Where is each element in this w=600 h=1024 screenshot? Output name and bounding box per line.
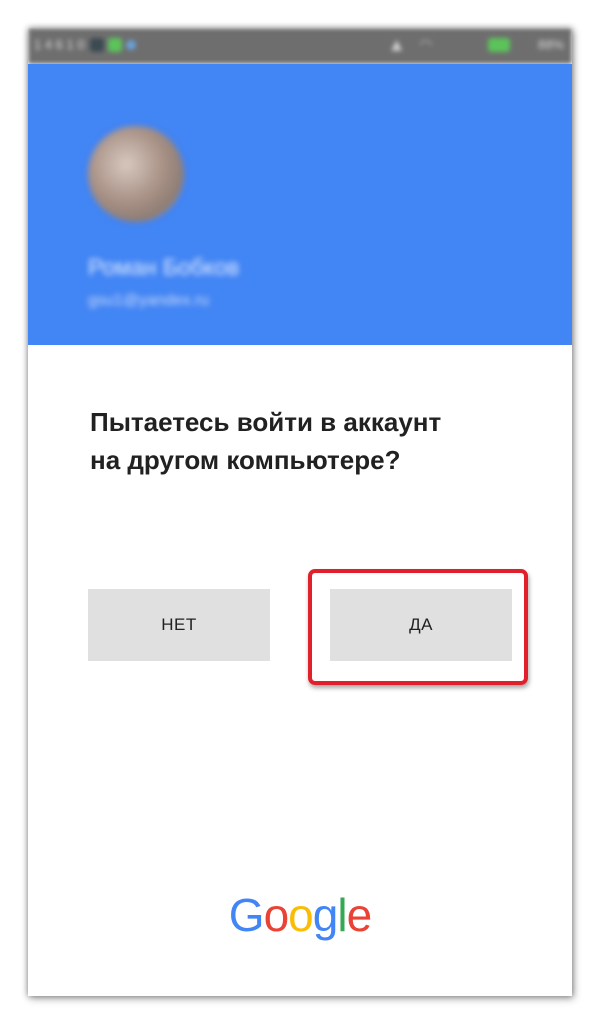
sign-in-question: Пытаетесь войти в аккаунт на другом комп…	[90, 403, 530, 479]
google-logo: Google	[28, 888, 572, 942]
no-button[interactable]: НЕТ	[88, 589, 270, 661]
logo-letter: o	[263, 889, 290, 941]
question-line-1: Пытаетесь войти в аккаунт	[90, 407, 442, 437]
battery-icon	[488, 38, 510, 52]
logo-letter: o	[288, 889, 314, 941]
battery-percent: 88%	[537, 37, 564, 52]
notification-icon	[90, 38, 104, 52]
logo-letter: G	[228, 889, 265, 941]
app-icon	[108, 38, 122, 52]
logo-letter: l	[337, 889, 347, 941]
account-email: gsu1@yandex.ru	[88, 292, 210, 309]
question-line-2: на другом компьютере?	[90, 445, 401, 475]
data-icon	[126, 40, 136, 50]
wifi-icon: ◠	[419, 37, 432, 53]
phone-screen: 1 4 6 1 0 ▲ ◠ 88% Роман Бобков gsu1@yand…	[28, 28, 572, 996]
account-header: Роман Бобков gsu1@yandex.ru	[28, 64, 572, 345]
logo-letter: g	[312, 889, 339, 941]
account-name: Роман Бобков	[88, 254, 240, 280]
status-time: 1 4 6 1 0	[34, 37, 85, 52]
avatar	[88, 126, 184, 222]
status-bar: 1 4 6 1 0 ▲ ◠ 88%	[28, 28, 572, 64]
logo-letter: e	[346, 889, 373, 941]
signal-icon: ▲	[391, 37, 402, 53]
yes-button[interactable]: ДА	[330, 589, 512, 661]
